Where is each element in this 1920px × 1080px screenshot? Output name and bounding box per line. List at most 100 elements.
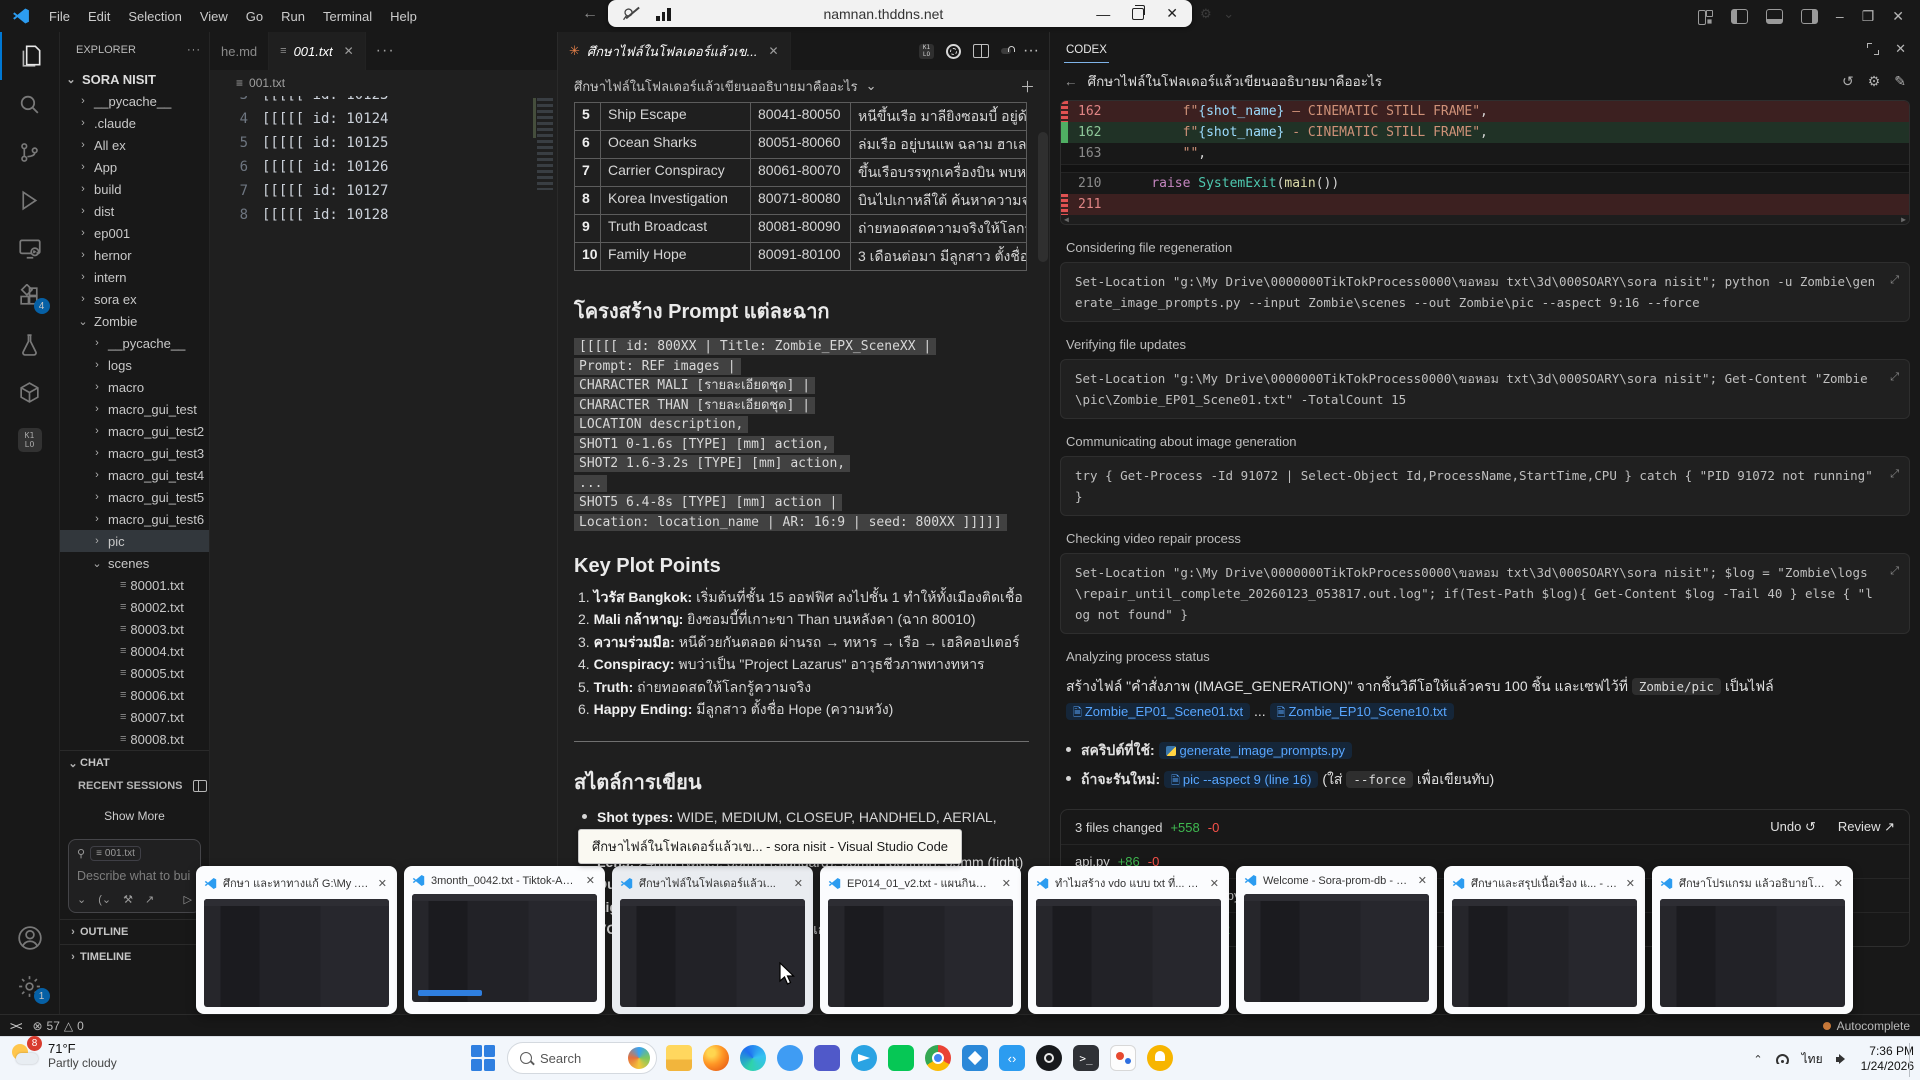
scrollbar[interactable] <box>1038 132 1048 262</box>
tree-item[interactable]: › dist <box>60 200 209 222</box>
window-close-button[interactable]: ✕ <box>1892 8 1904 25</box>
run-debug-icon[interactable] <box>0 176 60 224</box>
tree-item[interactable]: ≡ 80001.txt <box>60 574 209 596</box>
window-preview-card[interactable]: EP014_01_v2.txt - แผนกินฟันดุกแ... ✕ <box>820 866 1021 1014</box>
tree-item[interactable]: › macro <box>60 376 209 398</box>
tree-item[interactable]: ≡ 80006.txt <box>60 684 209 706</box>
preview-close-icon[interactable]: ✕ <box>1624 877 1637 890</box>
taskbar-app-icon[interactable] <box>888 1045 914 1071</box>
file-link[interactable]: 🗎Zombie_EP01_Scene01.txt <box>1066 703 1250 720</box>
tree-item[interactable]: › App <box>60 156 209 178</box>
toggle-secondary-sidebar-icon[interactable] <box>1801 9 1818 24</box>
weather-widget[interactable]: 8 71°F Partly cloudy <box>10 1040 117 1070</box>
taskbar-app-icon[interactable] <box>814 1045 840 1071</box>
menu-item[interactable]: Selection <box>119 5 190 28</box>
tree-item[interactable]: › pic <box>60 530 209 552</box>
preview-screenshot[interactable] <box>1452 899 1637 1007</box>
network-icon[interactable] <box>1776 1054 1789 1064</box>
rdp-settings-icon[interactable]: ⚙ ⌄ <box>1200 6 1238 22</box>
preview-screenshot[interactable] <box>1036 899 1221 1007</box>
codex-tab[interactable]: CODEX <box>1064 36 1109 63</box>
tree-item[interactable]: › macro_gui_test6 <box>60 508 209 530</box>
expand-icon[interactable]: ⤢ <box>1890 561 1899 582</box>
window-preview-card[interactable]: ศึกษาไฟล์ในโฟลเดอร์แล้วเ... ✕ <box>612 866 813 1014</box>
tools-icon[interactable]: ⚒ <box>123 893 133 906</box>
rdp-minimize-button[interactable]: — <box>1096 6 1110 22</box>
tree-item[interactable]: › ep001 <box>60 222 209 244</box>
show-more-link[interactable]: Show More <box>60 797 209 833</box>
tab-001-txt[interactable]: ≡ 001.txt ✕ <box>269 32 366 70</box>
taskbar-app-icon[interactable] <box>999 1045 1025 1071</box>
tray-chevron-icon[interactable]: ⌃ <box>1753 1053 1762 1066</box>
extensions-icon[interactable]: 4 <box>0 272 60 320</box>
taskbar-search[interactable]: Search <box>507 1042 657 1074</box>
tree-item[interactable]: ≡ 80004.txt <box>60 640 209 662</box>
testing-icon[interactable] <box>0 320 60 368</box>
taskbar-app-icon[interactable] <box>962 1045 988 1071</box>
window-preview-card[interactable]: Welcome - Sora-prom-db - Vis... ✕ <box>1236 866 1437 1014</box>
tab-close-icon[interactable]: ✕ <box>344 44 354 58</box>
start-button[interactable] <box>470 1044 498 1072</box>
problems-indicator[interactable]: ⊗ 57 △ 0 <box>32 1019 83 1033</box>
tree-item[interactable]: › __pycache__ <box>60 332 209 354</box>
customize-layout-icon[interactable] <box>1698 10 1713 23</box>
autocomplete-status-label[interactable]: Autocomplete <box>1837 1019 1910 1033</box>
clock[interactable]: 7:36 PM 1/24/2026 <box>1861 1044 1914 1074</box>
undo-button[interactable]: Undo ↺ <box>1770 819 1816 835</box>
expand-icon[interactable]: ⤢ <box>1890 464 1899 485</box>
horizontal-scrollbar[interactable]: ◀▶ <box>1061 215 1909 224</box>
preview-close-icon[interactable]: ✕ <box>1000 877 1013 890</box>
menu-item[interactable]: Run <box>272 5 314 28</box>
tree-item[interactable]: › macro_gui_test4 <box>60 464 209 486</box>
kilo-code-icon[interactable]: K1LO <box>0 416 60 464</box>
settings-gear-icon[interactable]: 1 <box>0 962 60 1010</box>
lock-editor-icon[interactable] <box>1001 48 1011 54</box>
tree-item[interactable]: › intern <box>60 266 209 288</box>
new-chat-icon[interactable]: ＋ <box>1020 76 1035 97</box>
preview-close-icon[interactable]: ✕ <box>1416 874 1429 887</box>
tree-item[interactable]: ≡ 80002.txt <box>60 596 209 618</box>
window-minimize-button[interactable]: – <box>1836 8 1844 24</box>
history-icon[interactable]: ↺ <box>1842 73 1854 90</box>
remote-indicator[interactable]: >< <box>10 1019 20 1033</box>
tree-item[interactable]: › macro_gui_test <box>60 398 209 420</box>
more-actions-icon[interactable]: ··· <box>1023 42 1039 60</box>
volume-icon[interactable] <box>1836 1054 1848 1064</box>
forward-icon[interactable]: ↗ <box>145 893 154 906</box>
kilo-code-icon[interactable]: K1LO <box>919 44 934 59</box>
preview-close-icon[interactable]: ✕ <box>376 877 389 890</box>
tree-item[interactable]: › macro_gui_test5 <box>60 486 209 508</box>
sessions-panel-icon[interactable] <box>193 780 207 792</box>
preview-close-icon[interactable]: ✕ <box>1832 877 1845 890</box>
timeline-section-header[interactable]: ›TIMELINE <box>60 944 209 969</box>
taskbar-app-icon[interactable] <box>925 1045 951 1071</box>
window-preview-card[interactable]: ศึกษา และหาทางแก้ G:\My ... - Veo-... ✕ <box>196 866 397 1014</box>
minimap[interactable] <box>537 98 553 190</box>
expand-panel-icon[interactable] <box>1867 43 1879 55</box>
tree-item[interactable]: › .claude <box>60 112 209 134</box>
openai-icon[interactable] <box>946 44 961 59</box>
tree-item[interactable]: ≡ 80005.txt <box>60 662 209 684</box>
source-control-icon[interactable] <box>0 128 60 176</box>
chat-section-header[interactable]: ⌄CHAT <box>60 750 209 775</box>
expand-icon[interactable]: ⤢ <box>1890 270 1899 291</box>
menu-item[interactable]: View <box>191 5 237 28</box>
explorer-more-actions-icon[interactable]: ··· <box>187 44 201 56</box>
tree-item[interactable]: ≡ 80007.txt <box>60 706 209 728</box>
preview-screenshot[interactable] <box>1660 899 1845 1007</box>
taskbar-app-icon[interactable] <box>703 1045 729 1071</box>
chat-input-box[interactable]: ⚲ ≡001.txt Describe what to bui ⌄ (⌄ ⚒ ↗… <box>68 839 201 913</box>
file-link[interactable]: 🗎Zombie_EP10_Scene10.txt <box>1270 703 1454 720</box>
language-indicator[interactable]: ไทย <box>1802 1050 1823 1069</box>
window-preview-card[interactable]: ทำไมสร้าง vdo แบบ txt ที่... - Veo-... ✕ <box>1028 866 1229 1014</box>
unpin-icon[interactable]: ⚲ <box>622 5 642 23</box>
tree-item[interactable]: › __pycache__ <box>60 90 209 112</box>
close-panel-icon[interactable]: ✕ <box>1895 41 1906 57</box>
tree-item[interactable]: ⌄ SORA NISIT <box>60 68 209 90</box>
toggle-sidebar-icon[interactable] <box>1731 9 1748 24</box>
tree-item[interactable]: › All ex <box>60 134 209 156</box>
attach-icon[interactable]: ⚲ <box>77 847 85 860</box>
preview-screenshot[interactable] <box>1244 894 1429 1002</box>
taskbar-app-icon[interactable] <box>851 1045 877 1071</box>
codex-settings-icon[interactable]: ⚙ <box>1868 73 1881 90</box>
